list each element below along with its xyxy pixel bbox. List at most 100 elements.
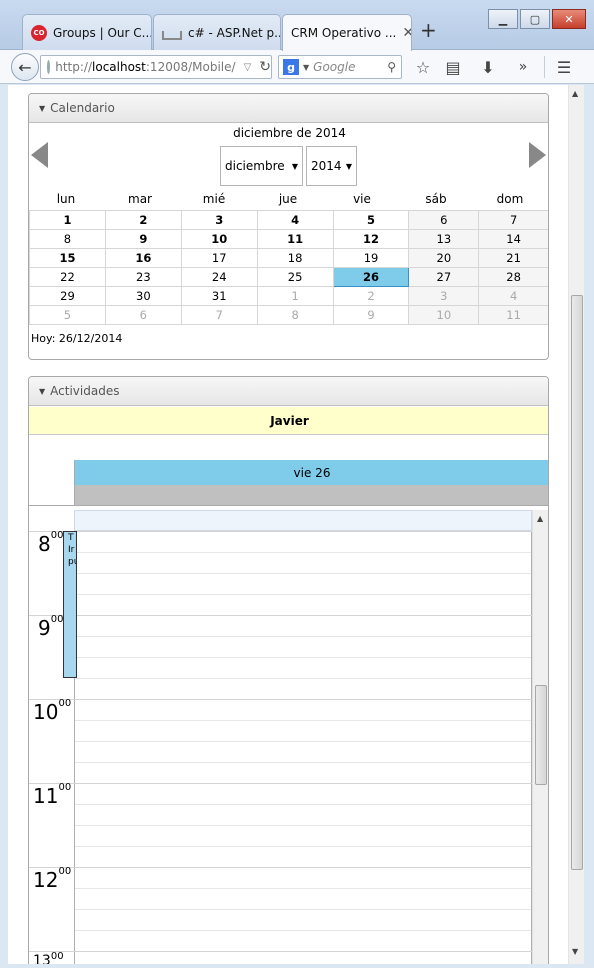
browser-tab-3[interactable]: CRM Operativo ... ✕ xyxy=(282,14,412,51)
calendar-day[interactable]: 17 xyxy=(180,248,258,268)
hour-line xyxy=(29,867,532,868)
calendar-day[interactable]: 6 xyxy=(408,210,480,230)
weekday-label: lun xyxy=(56,192,76,206)
calendar-day[interactable]: 12 xyxy=(332,229,410,249)
calendar-day[interactable]: 2 xyxy=(104,210,182,230)
calendar-day[interactable]: 1 xyxy=(256,286,334,306)
scroll-up-icon[interactable]: ▲ xyxy=(537,514,543,523)
scrollbar-thumb[interactable] xyxy=(571,295,583,870)
bookmarks-menu-icon[interactable]: ▤ xyxy=(441,56,465,78)
hour-line xyxy=(29,951,532,952)
calendar-day[interactable]: 1 xyxy=(29,210,106,230)
quarter-line xyxy=(75,846,531,847)
minimize-icon[interactable]: ▁ xyxy=(488,9,518,29)
calendar-day[interactable]: 28 xyxy=(478,267,548,287)
search-bar[interactable]: g ▼ Google ⚲ xyxy=(278,55,402,79)
month-select[interactable]: diciembre ▼ xyxy=(220,146,303,186)
calendar-day[interactable]: 21 xyxy=(478,248,548,268)
calendar-day[interactable]: 11 xyxy=(478,305,548,325)
calendar-day[interactable]: 14 xyxy=(478,229,548,249)
quarter-line xyxy=(75,657,531,658)
calendar-day[interactable]: 15 xyxy=(29,248,106,268)
weekday-label: sáb xyxy=(425,192,447,206)
scroll-up-icon[interactable]: ▲ xyxy=(572,89,578,98)
bookmark-star-icon[interactable]: ☆ xyxy=(411,56,435,78)
calendar-day[interactable]: 23 xyxy=(104,267,182,287)
calendar-day[interactable]: 27 xyxy=(408,267,480,287)
time-grid-scrollbar[interactable]: ▲ xyxy=(532,510,548,964)
calendar-day[interactable]: 11 xyxy=(256,229,334,249)
calendar-day[interactable]: 10 xyxy=(180,229,258,249)
quarter-line xyxy=(75,678,531,679)
calendar-day[interactable]: 29 xyxy=(29,286,106,306)
calendar-day[interactable]: 13 xyxy=(408,229,480,249)
calendar-week: 29 30 31 1 2 3 4 xyxy=(29,286,548,306)
overflow-icon[interactable]: » xyxy=(511,56,535,78)
calendar-day-selected[interactable]: 26 xyxy=(332,267,410,287)
browser-tab-1[interactable]: CO Groups | Our C... xyxy=(22,14,152,50)
prev-month-icon[interactable] xyxy=(31,142,48,168)
calendar-day[interactable]: 20 xyxy=(408,248,480,268)
site-favicon-icon: CO xyxy=(31,24,47,41)
calendar-day[interactable]: 8 xyxy=(256,305,334,325)
reload-icon[interactable]: ↻ xyxy=(259,59,271,75)
activity-event[interactable]: T Ir pu xyxy=(63,531,77,678)
calendar-day[interactable]: 25 xyxy=(256,267,334,287)
dropdown-arrow-icon[interactable]: ▽ xyxy=(244,62,252,73)
browser-tab-2[interactable]: c# - ASP.Net p... xyxy=(153,14,281,50)
month-title: diciembre de 2014 xyxy=(233,126,346,140)
scroll-down-icon[interactable]: ▼ xyxy=(572,947,578,956)
quarter-line xyxy=(75,741,531,742)
chevron-down-icon: ▼ xyxy=(345,161,352,171)
downloads-icon[interactable]: ⬇ xyxy=(476,56,500,78)
activities-header[interactable]: ▼ Actividades xyxy=(29,377,548,406)
calendar-grid: 1 2 3 4 5 6 7 8 9 10 11 12 13 14 15 16 1… xyxy=(29,210,548,325)
calendar-day[interactable]: 16 xyxy=(104,248,182,268)
calendar-header[interactable]: ▼ Calendario xyxy=(29,94,548,123)
calendar-day[interactable]: 4 xyxy=(256,210,334,230)
calendar-day[interactable]: 2 xyxy=(332,286,410,306)
scrollbar-thumb[interactable] xyxy=(535,685,547,785)
next-month-icon[interactable] xyxy=(529,142,546,168)
chevron-down-icon[interactable]: ▼ xyxy=(303,63,309,72)
back-button[interactable]: ← xyxy=(11,53,39,81)
hour-line xyxy=(29,699,532,700)
calendar-day[interactable]: 10 xyxy=(408,305,480,325)
url-prefix: http:// xyxy=(55,60,93,74)
calendar-day[interactable]: 3 xyxy=(180,210,258,230)
calendar-day[interactable]: 9 xyxy=(104,229,182,249)
close-window-icon[interactable]: ✕ xyxy=(552,9,586,29)
search-icon[interactable]: ⚲ xyxy=(387,60,396,74)
maximize-icon[interactable]: ▢ xyxy=(520,9,550,29)
chevron-down-icon: ▼ xyxy=(291,161,298,171)
new-tab-button[interactable]: + xyxy=(420,18,437,42)
day-header[interactable]: vie 26 xyxy=(74,460,548,485)
quarter-line xyxy=(75,594,531,595)
calendar-day[interactable]: 7 xyxy=(180,305,258,325)
calendar-day[interactable]: 8 xyxy=(29,229,106,249)
url-bar[interactable]: http://localhost:12008/Mobile/ ▽ ↻ xyxy=(40,55,272,79)
calendar-day[interactable]: 6 xyxy=(104,305,182,325)
page-scrollbar[interactable]: ▲ ▼ xyxy=(568,85,584,964)
calendar-day[interactable]: 3 xyxy=(408,286,480,306)
calendar-day[interactable]: 24 xyxy=(180,267,258,287)
all-day-row[interactable] xyxy=(74,485,548,505)
calendar-day[interactable]: 22 xyxy=(29,267,106,287)
calendar-day[interactable]: 30 xyxy=(104,286,182,306)
calendar-day[interactable]: 7 xyxy=(478,210,548,230)
calendar-day[interactable]: 31 xyxy=(180,286,258,306)
menu-icon[interactable]: ☰ xyxy=(552,56,576,78)
calendar-day[interactable]: 19 xyxy=(332,248,410,268)
today-label: Hoy: 26/12/2014 xyxy=(31,332,123,345)
calendar-day[interactable]: 9 xyxy=(332,305,410,325)
calendar-day[interactable]: 18 xyxy=(256,248,334,268)
year-select[interactable]: 2014 ▼ xyxy=(306,146,357,186)
calendar-week: 22 23 24 25 26 27 28 xyxy=(29,267,548,287)
url-host: localhost xyxy=(92,60,146,74)
calendar-day[interactable]: 5 xyxy=(29,305,106,325)
calendar-day[interactable]: 5 xyxy=(332,210,410,230)
weekday-label: mié xyxy=(202,192,226,206)
time-grid[interactable]: 800 900 1000 1100 1200 1300 T Ir pu ▲ xyxy=(29,510,548,964)
close-tab-icon[interactable]: ✕ xyxy=(396,25,411,41)
calendar-day[interactable]: 4 xyxy=(478,286,548,306)
